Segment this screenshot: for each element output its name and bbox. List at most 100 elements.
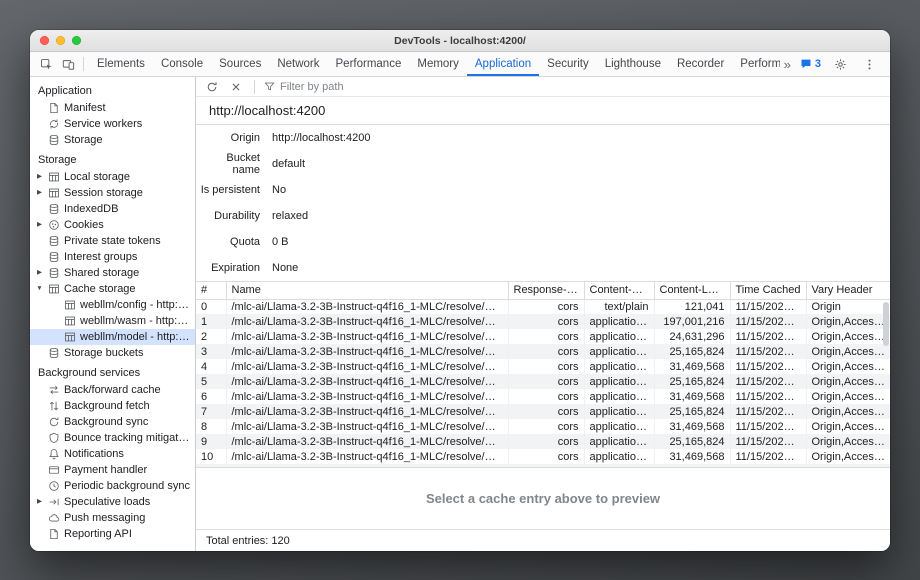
expand-arrow-icon[interactable]: ▶: [35, 265, 44, 281]
table-row-1[interactable]: 1/mlc-ai/Llama-3.2-3B-Instruct-q4f16_1-M…: [196, 314, 890, 329]
table-row-2[interactable]: 2/mlc-ai/Llama-3.2-3B-Instruct-q4f16_1-M…: [196, 329, 890, 344]
sidebar-item-label: Reporting API: [64, 528, 132, 540]
table-body: 0/mlc-ai/Llama-3.2-3B-Instruct-q4f16_1-M…: [196, 299, 890, 467]
sidebar-item-background-sync[interactable]: Background sync: [30, 414, 195, 430]
tab-recorder[interactable]: Recorder: [669, 52, 732, 76]
expand-arrow-icon[interactable]: ▶: [35, 185, 44, 201]
cell-content-type: application/oc...: [584, 359, 654, 374]
column-header-time-cached[interactable]: Time Cached: [730, 282, 806, 299]
sidebar-item-service-workers[interactable]: Service workers: [30, 116, 195, 132]
sidebar-item-reporting-api[interactable]: Reporting API: [30, 526, 195, 542]
table-row-10[interactable]: 10/mlc-ai/Llama-3.2-3B-Instruct-q4f16_1-…: [196, 449, 890, 464]
expand-arrow-icon[interactable]: ▶: [35, 169, 44, 185]
cell-content-length: 31,469,568: [654, 359, 730, 374]
sidebar-item-push-messaging[interactable]: Push messaging: [30, 510, 195, 526]
sidebar-item-label: Push messaging: [64, 512, 145, 524]
cell-response-type: cors: [508, 464, 584, 467]
sidebar-item-label: Background sync: [64, 416, 148, 428]
table-row-6[interactable]: 6/mlc-ai/Llama-3.2-3B-Instruct-q4f16_1-M…: [196, 389, 890, 404]
sidebar-item-indexeddb[interactable]: IndexedDB: [30, 201, 195, 217]
table-row-3[interactable]: 3/mlc-ai/Llama-3.2-3B-Instruct-q4f16_1-M…: [196, 344, 890, 359]
table-row-11[interactable]: 11/mlc-ai/Llama-3.2-3B-Instruct-q4f16_1-…: [196, 464, 890, 467]
cell-response-type: cors: [508, 314, 584, 329]
column-header-content-length[interactable]: Content-Length: [654, 282, 730, 299]
window-titlebar: DevTools - localhost:4200/: [30, 30, 890, 52]
tab-performance-insights[interactable]: Performance insights: [732, 52, 779, 76]
sidebar-item-cache-storage[interactable]: ▼Cache storage: [30, 281, 195, 297]
column-header-name[interactable]: Name: [226, 282, 508, 299]
delete-selected-button[interactable]: [227, 78, 245, 96]
cell-time-cached: 11/15/2024, 10...: [730, 389, 806, 404]
sidebar-item-webllm-config-http-loc[interactable]: webllm/config - http://loc...: [30, 297, 195, 313]
column-header-vary-header[interactable]: Vary Header: [806, 282, 890, 299]
tab-memory[interactable]: Memory: [409, 52, 467, 76]
column-header-index[interactable]: #: [196, 282, 226, 299]
tab-application[interactable]: Application: [467, 52, 539, 76]
tab-console[interactable]: Console: [153, 52, 211, 76]
cell-content-length: 197,001,216: [654, 314, 730, 329]
expand-arrow-icon[interactable]: ▶: [35, 494, 44, 510]
detail-row-is-persistent: Is persistentNo: [196, 177, 890, 203]
table-row-7[interactable]: 7/mlc-ai/Llama-3.2-3B-Instruct-q4f16_1-M…: [196, 404, 890, 419]
sidebar-item-storage-buckets[interactable]: Storage buckets: [30, 345, 195, 361]
sidebar-item-bounce-tracking-mitigations[interactable]: Bounce tracking mitigations: [30, 430, 195, 446]
table-row-5[interactable]: 5/mlc-ai/Llama-3.2-3B-Instruct-q4f16_1-M…: [196, 374, 890, 389]
cache-storage-panel: Filter by path http://localhost:4200 Ori…: [196, 77, 890, 551]
filter-input[interactable]: Filter by path: [264, 81, 344, 93]
tab-sources[interactable]: Sources: [211, 52, 269, 76]
sidebar-item-background-fetch[interactable]: Background fetch: [30, 398, 195, 414]
issues-button[interactable]: 3: [800, 58, 821, 70]
settings-gear-icon[interactable]: [830, 54, 850, 74]
refresh-button[interactable]: [203, 78, 221, 96]
kebab-menu-icon[interactable]: [859, 54, 879, 74]
table-row-9[interactable]: 9/mlc-ai/Llama-3.2-3B-Instruct-q4f16_1-M…: [196, 434, 890, 449]
sidebar-item-webllm-wasm-http-loca[interactable]: webllm/wasm - http://loca...: [30, 313, 195, 329]
sidebar-item-private-state-tokens[interactable]: Private state tokens: [30, 233, 195, 249]
sidebar-item-session-storage[interactable]: ▶Session storage: [30, 185, 195, 201]
cell-index: 2: [196, 329, 226, 344]
close-window-button[interactable]: [40, 36, 49, 45]
grid-icon: [64, 315, 76, 327]
sidebar-item-local-storage[interactable]: ▶Local storage: [30, 169, 195, 185]
tab-security[interactable]: Security: [539, 52, 597, 76]
tab-lighthouse[interactable]: Lighthouse: [597, 52, 669, 76]
cell-content-type: application/oc...: [584, 404, 654, 419]
tab-performance[interactable]: Performance: [328, 52, 410, 76]
detail-row-durability: Durabilityrelaxed: [196, 203, 890, 229]
sidebar-item-interest-groups[interactable]: Interest groups: [30, 249, 195, 265]
more-tabs-button[interactable]: »: [784, 57, 791, 72]
card-icon: [48, 464, 60, 476]
table-row-0[interactable]: 0/mlc-ai/Llama-3.2-3B-Instruct-q4f16_1-M…: [196, 299, 890, 314]
minimize-window-button[interactable]: [56, 36, 65, 45]
tab-label: Network: [277, 58, 319, 70]
sidebar-item-cookies[interactable]: ▶Cookies: [30, 217, 195, 233]
sidebar-item-storage[interactable]: Storage: [30, 132, 195, 148]
tab-network[interactable]: Network: [269, 52, 327, 76]
table-scrollbar-thumb[interactable]: [883, 302, 889, 346]
devtools-tabs: ElementsConsoleSources Network Performance…: [89, 52, 780, 76]
sidebar-item-payment-handler[interactable]: Payment handler: [30, 462, 195, 478]
sidebar-item-shared-storage[interactable]: ▶Shared storage: [30, 265, 195, 281]
inspect-element-icon[interactable]: [36, 54, 56, 74]
sidebar-item-manifest[interactable]: Manifest: [30, 100, 195, 116]
tab-elements[interactable]: Elements: [89, 52, 153, 76]
cloud-icon: [48, 512, 60, 524]
sidebar-item-speculative-loads[interactable]: ▶Speculative loads: [30, 494, 195, 510]
sidebar-item-back-forward-cache[interactable]: Back/forward cache: [30, 382, 195, 398]
sidebar-item-notifications[interactable]: Notifications: [30, 446, 195, 462]
device-toolbar-icon[interactable]: [58, 54, 78, 74]
table-row-4[interactable]: 4/mlc-ai/Llama-3.2-3B-Instruct-q4f16_1-M…: [196, 359, 890, 374]
tab-label: Performance insights: [740, 58, 779, 70]
database-icon: [48, 347, 60, 359]
expand-arrow-icon[interactable]: ▶: [35, 217, 44, 233]
sidebar-item-webllm-model-http-loc[interactable]: webllm/model - http://loc...: [30, 329, 195, 345]
column-header-content-type[interactable]: Content-Type: [584, 282, 654, 299]
cell-response-type: cors: [508, 374, 584, 389]
column-header-response-type[interactable]: Response-Type: [508, 282, 584, 299]
table-row-8[interactable]: 8/mlc-ai/Llama-3.2-3B-Instruct-q4f16_1-M…: [196, 419, 890, 434]
zoom-window-button[interactable]: [72, 36, 81, 45]
tab-label: Memory: [417, 58, 459, 70]
sidebar-item-periodic-background-sync[interactable]: Periodic background sync: [30, 478, 195, 494]
detail-label: Origin: [196, 132, 260, 144]
collapse-arrow-icon[interactable]: ▼: [35, 281, 44, 297]
